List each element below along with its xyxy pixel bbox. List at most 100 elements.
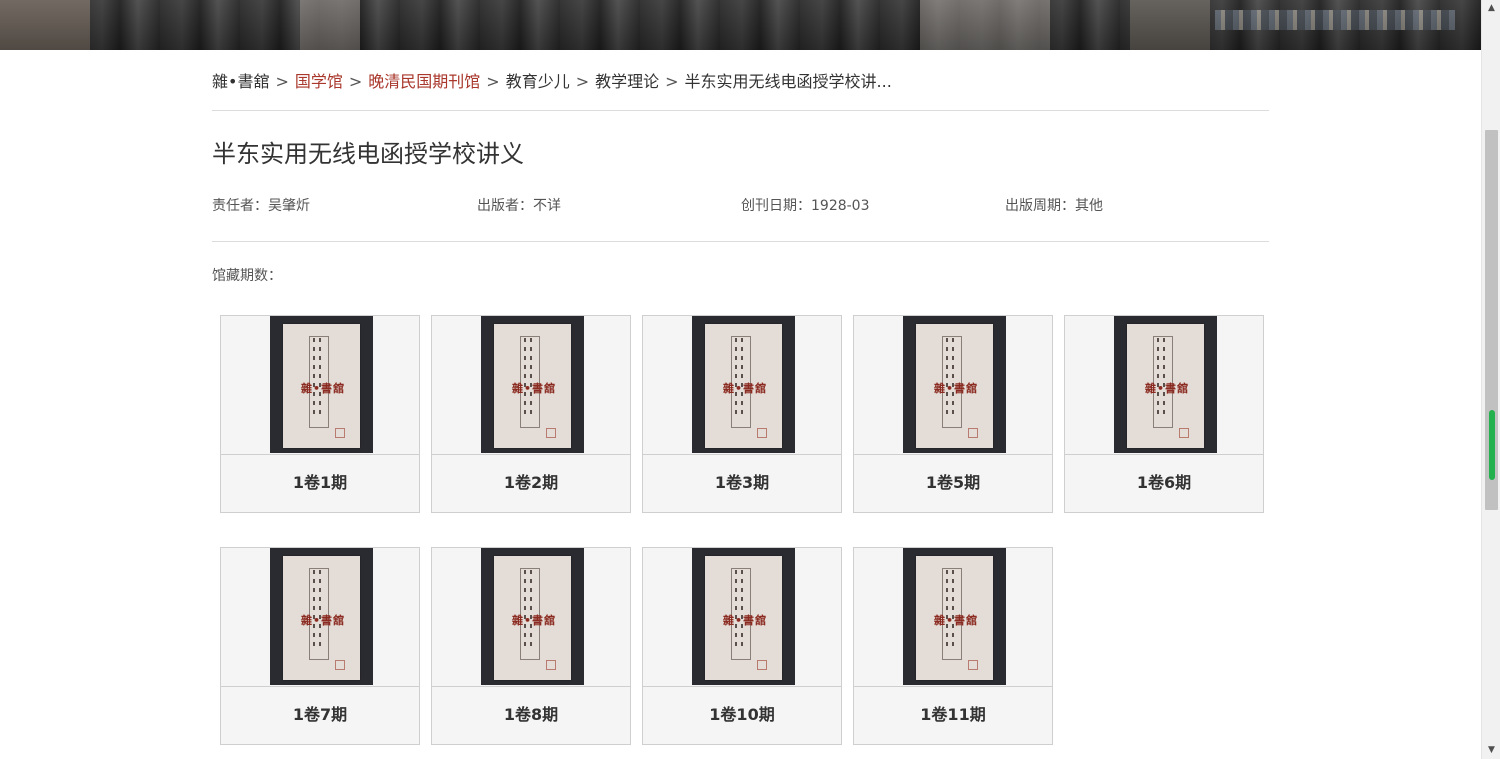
breadcrumb-item-guoxueguan[interactable]: 国学馆 bbox=[295, 72, 343, 91]
cover-page: 雜•書舘 bbox=[705, 324, 782, 448]
breadcrumb-separator: > bbox=[486, 72, 500, 91]
issue-card[interactable]: 雜•書舘 1卷11期 bbox=[853, 547, 1053, 745]
cover-calligraphy bbox=[741, 338, 743, 418]
holdings-label: 馆藏期数： bbox=[212, 268, 282, 284]
meta-frequency: 出版周期：其他 bbox=[1005, 198, 1103, 214]
cover-seal bbox=[757, 428, 767, 438]
cover-calligraphy bbox=[1163, 338, 1165, 418]
issue-label[interactable]: 1卷11期 bbox=[854, 686, 1052, 744]
issue-cover-frame[interactable]: 雜•書舘 bbox=[221, 548, 419, 687]
cover-calligraphy bbox=[946, 338, 948, 418]
cover-calligraphy bbox=[952, 570, 954, 650]
cover-calligraphy bbox=[313, 570, 315, 650]
issue-card[interactable]: 雜•書舘 1卷1期 bbox=[220, 315, 420, 513]
issue-cover-image[interactable]: 雜•書舘 bbox=[481, 316, 584, 453]
meta-editor: 责任者：吴肇炘 bbox=[212, 198, 310, 214]
cover-page: 雜•書舘 bbox=[916, 324, 993, 448]
issue-cover-image[interactable]: 雜•書舘 bbox=[1114, 316, 1217, 453]
issue-label[interactable]: 1卷7期 bbox=[221, 686, 419, 744]
cover-calligraphy bbox=[319, 570, 321, 650]
breadcrumb-item-teaching-theory[interactable]: 教学理论 bbox=[595, 72, 659, 91]
cover-seal bbox=[335, 660, 345, 670]
cover-stamp: 雜•書舘 bbox=[512, 614, 557, 627]
issue-card[interactable]: 雜•書舘 1卷7期 bbox=[220, 547, 420, 745]
cover-stamp: 雜•書舘 bbox=[934, 614, 979, 627]
cover-stamp: 雜•書舘 bbox=[723, 614, 768, 627]
page-title: 半东实用无线电函授学校讲义 bbox=[212, 140, 524, 168]
issue-label[interactable]: 1卷1期 bbox=[221, 454, 419, 512]
issue-label[interactable]: 1卷8期 bbox=[432, 686, 630, 744]
issue-label[interactable]: 1卷3期 bbox=[643, 454, 841, 512]
breadcrumb-home[interactable]: 雜•書舘 bbox=[212, 72, 269, 91]
issue-label[interactable]: 1卷10期 bbox=[643, 686, 841, 744]
issue-card[interactable]: 雜•書舘 1卷6期 bbox=[1064, 315, 1264, 513]
cover-page: 雜•書舘 bbox=[494, 324, 571, 448]
cover-seal bbox=[335, 428, 345, 438]
issue-cover-image[interactable]: 雜•書舘 bbox=[903, 548, 1006, 685]
cover-page: 雜•書舘 bbox=[283, 324, 360, 448]
breadcrumb-separator: > bbox=[348, 72, 363, 91]
cover-page: 雜•書舘 bbox=[283, 556, 360, 680]
cover-seal bbox=[968, 428, 978, 438]
issue-cover-image[interactable]: 雜•書舘 bbox=[903, 316, 1006, 453]
cover-stamp: 雜•書舘 bbox=[723, 382, 768, 395]
issue-cover-frame[interactable]: 雜•書舘 bbox=[854, 548, 1052, 687]
cover-calligraphy bbox=[952, 338, 954, 418]
cover-page: 雜•書舘 bbox=[494, 556, 571, 680]
header-banner-image bbox=[0, 0, 1481, 50]
cover-calligraphy bbox=[524, 338, 526, 418]
cover-stamp: 雜•書舘 bbox=[512, 382, 557, 395]
cover-calligraphy bbox=[524, 570, 526, 650]
divider bbox=[212, 241, 1269, 242]
issue-cover-frame[interactable]: 雜•書舘 bbox=[221, 316, 419, 455]
cover-seal bbox=[968, 660, 978, 670]
issue-cover-frame[interactable]: 雜•書舘 bbox=[643, 548, 841, 687]
cover-stamp: 雜•書舘 bbox=[301, 614, 346, 627]
issue-cover-frame[interactable]: 雜•書舘 bbox=[854, 316, 1052, 455]
breadcrumb-separator: > bbox=[665, 72, 679, 91]
cover-calligraphy bbox=[530, 570, 532, 650]
issue-label[interactable]: 1卷6期 bbox=[1065, 454, 1263, 512]
cover-page: 雜•書舘 bbox=[1127, 324, 1204, 448]
cover-calligraphy bbox=[530, 338, 532, 418]
divider bbox=[212, 110, 1269, 111]
breadcrumb-separator: > bbox=[275, 72, 289, 91]
issue-cover-image[interactable]: 雜•書舘 bbox=[270, 316, 373, 453]
cover-calligraphy bbox=[735, 570, 737, 650]
vertical-scrollbar[interactable]: ▲ ▼ bbox=[1481, 0, 1500, 759]
issue-cover-frame[interactable]: 雜•書舘 bbox=[1065, 316, 1263, 455]
issue-card[interactable]: 雜•書舘 1卷2期 bbox=[431, 315, 631, 513]
cover-seal bbox=[546, 660, 556, 670]
breadcrumb-item-periodicals[interactable]: 晚清民国期刊馆 bbox=[368, 72, 480, 91]
cover-seal bbox=[757, 660, 767, 670]
breadcrumb-item-education[interactable]: 教育少儿 bbox=[506, 72, 570, 91]
issue-label[interactable]: 1卷5期 bbox=[854, 454, 1052, 512]
scroll-up-icon[interactable]: ▲ bbox=[1482, 0, 1500, 17]
cover-page: 雜•書舘 bbox=[916, 556, 993, 680]
issue-card[interactable]: 雜•書舘 1卷8期 bbox=[431, 547, 631, 745]
issue-label[interactable]: 1卷2期 bbox=[432, 454, 630, 512]
issue-cover-image[interactable]: 雜•書舘 bbox=[692, 548, 795, 685]
issue-cover-frame[interactable]: 雜•書舘 bbox=[432, 316, 630, 455]
issue-card[interactable]: 雜•書舘 1卷5期 bbox=[853, 315, 1053, 513]
cover-calligraphy bbox=[946, 570, 948, 650]
cover-calligraphy bbox=[1157, 338, 1159, 418]
breadcrumb-item-current: 半东实用无线电函授学校讲... bbox=[684, 72, 892, 91]
issue-card[interactable]: 雜•書舘 1卷10期 bbox=[642, 547, 842, 745]
cover-calligraphy bbox=[735, 338, 737, 418]
meta-first-issue-date: 创刊日期：1928-03 bbox=[741, 198, 870, 214]
issue-cover-frame[interactable]: 雜•書舘 bbox=[643, 316, 841, 455]
cover-calligraphy bbox=[313, 338, 315, 418]
breadcrumb-separator: > bbox=[575, 72, 590, 91]
issue-card[interactable]: 雜•書舘 1卷3期 bbox=[642, 315, 842, 513]
cover-stamp: 雜•書舘 bbox=[1145, 382, 1190, 395]
issue-cover-image[interactable]: 雜•書舘 bbox=[692, 316, 795, 453]
cover-stamp: 雜•書舘 bbox=[934, 382, 979, 395]
scroll-position-indicator bbox=[1489, 410, 1495, 480]
scroll-down-icon[interactable]: ▼ bbox=[1482, 742, 1500, 759]
cover-page: 雜•書舘 bbox=[705, 556, 782, 680]
cover-seal bbox=[546, 428, 556, 438]
issue-cover-image[interactable]: 雜•書舘 bbox=[481, 548, 584, 685]
issue-cover-image[interactable]: 雜•書舘 bbox=[270, 548, 373, 685]
issue-cover-frame[interactable]: 雜•書舘 bbox=[432, 548, 630, 687]
